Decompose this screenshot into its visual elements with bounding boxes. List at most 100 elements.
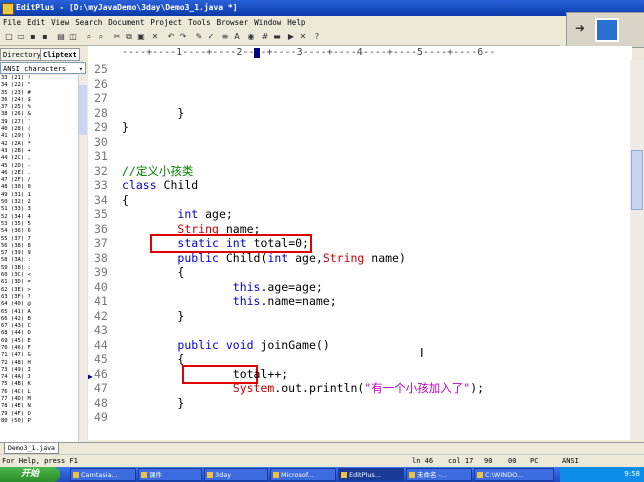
chevron-down-icon[interactable]: ▾ (79, 63, 83, 75)
tab-directory[interactable]: Directory (0, 48, 44, 61)
redo-icon[interactable]: ↷ (178, 32, 188, 42)
ruler-icon[interactable]: ▬ (272, 32, 282, 42)
cliptext-item[interactable]: 64 (40) @ (0, 301, 78, 308)
menu-document[interactable]: Document (105, 16, 147, 29)
print-preview-icon[interactable]: ◫ (68, 32, 78, 42)
run-icon[interactable]: ▶ (286, 32, 296, 42)
cliptext-item[interactable]: 50 (32) 2 (0, 199, 78, 206)
task-untitled[interactable]: 未命名 -... (406, 468, 472, 481)
cliptext-item[interactable]: 42 (2A) * (0, 141, 78, 148)
cliptext-item[interactable]: 55 (37) 7 (0, 236, 78, 243)
cliptext-item[interactable]: 79 (4F) O (0, 411, 78, 418)
code-line[interactable]: 47 System.out.println("有一个小孩加入了"); (88, 381, 630, 396)
cliptext-item[interactable]: 33 (21) ! (0, 75, 78, 82)
window-icon[interactable] (595, 18, 619, 42)
code-line[interactable]: 41 this.name=name; (88, 294, 630, 309)
code-line[interactable]: 30 (88, 135, 630, 150)
code-line[interactable]: 36 String name; (88, 222, 630, 237)
cliptext-item[interactable]: 78 (4E) N (0, 403, 78, 410)
close-file-icon[interactable]: ✕ (298, 32, 308, 42)
help-icon[interactable]: ? (312, 32, 322, 42)
delete-icon[interactable]: ✕ (150, 32, 160, 42)
code-line[interactable]: 28 } (88, 106, 630, 121)
menu-edit[interactable]: Edit (24, 16, 48, 29)
menu-file[interactable]: File (0, 16, 24, 29)
task-editplus[interactable]: EditPlus... (338, 468, 404, 481)
code-line[interactable]: 48 } (88, 396, 630, 411)
cliptext-item[interactable]: 52 (34) 4 (0, 214, 78, 221)
task-cmd[interactable]: C:\WINDO... (474, 468, 554, 481)
task-microsoft[interactable]: Microsof... (270, 468, 336, 481)
menu-view[interactable]: View (48, 16, 72, 29)
save-icon[interactable]: ▪ (28, 32, 38, 42)
arrow-right-icon[interactable]: ➜ (575, 21, 585, 35)
tab-cliptext[interactable]: Cliptext (40, 48, 80, 61)
open-file-icon[interactable]: ▭ (16, 32, 26, 42)
cliptext-item[interactable]: 37 (25) % (0, 104, 78, 111)
cliptext-item[interactable]: 69 (45) E (0, 338, 78, 345)
cliptext-item[interactable]: 46 (2E) . (0, 170, 78, 177)
editor-scrollbar[interactable] (630, 60, 644, 440)
sidebar-scroll-thumb[interactable] (79, 85, 87, 135)
wordwrap-icon[interactable]: ≡ (220, 32, 230, 42)
cliptext-item[interactable]: 53 (35) 5 (0, 221, 78, 228)
code-line[interactable]: 39 { (88, 265, 630, 280)
cliptext-item[interactable]: 59 (3B) ; (0, 265, 78, 272)
code-line[interactable]: 26 (88, 77, 630, 92)
cliptext-item[interactable]: 72 (48) H (0, 360, 78, 367)
cliptext-item[interactable]: 40 (28) ( (0, 126, 78, 133)
spell-check-icon[interactable]: ✓ (206, 32, 216, 42)
copy-icon[interactable]: ⧉ (124, 32, 134, 42)
cliptext-item[interactable]: 74 (4A) J (0, 374, 78, 381)
replace-icon[interactable]: ⌕ (96, 32, 106, 42)
pen-icon[interactable]: ✎ (194, 32, 204, 42)
undo-icon[interactable]: ↶ (166, 32, 176, 42)
cliptext-item[interactable]: 77 (4D) M (0, 396, 78, 403)
code-line[interactable]: 27 (88, 91, 630, 106)
cut-icon[interactable]: ✂ (112, 32, 122, 42)
code-line[interactable]: 44 public void joinGame() (88, 338, 630, 353)
cliptext-item[interactable]: 34 (22) " (0, 82, 78, 89)
cliptext-item[interactable]: 56 (38) 8 (0, 243, 78, 250)
code-line[interactable]: 31 (88, 149, 630, 164)
tab-demo3-1-java[interactable]: Demo3_1.java (4, 443, 59, 454)
cliptext-item[interactable]: 68 (44) D (0, 330, 78, 337)
cliptext-item[interactable]: 49 (31) 1 (0, 192, 78, 199)
cliptext-item[interactable]: 63 (3F) ? (0, 294, 78, 301)
cliptext-item[interactable]: 38 (26) & (0, 111, 78, 118)
cliptext-item[interactable]: 51 (33) 3 (0, 206, 78, 213)
cliptext-item[interactable]: 66 (42) B (0, 316, 78, 323)
cliptext-item[interactable]: 47 (2F) / (0, 177, 78, 184)
code-line[interactable]: 37 static int total=0; (88, 236, 630, 251)
cliptext-selector[interactable]: ANSI characters ▾ (0, 62, 86, 74)
cliptext-item[interactable]: 54 (36) 6 (0, 228, 78, 235)
cliptext-item[interactable]: 70 (46) F (0, 345, 78, 352)
cliptext-item[interactable]: 44 (2C) , (0, 155, 78, 162)
cliptext-item[interactable]: 67 (43) C (0, 323, 78, 330)
cliptext-item[interactable]: 71 (47) G (0, 352, 78, 359)
task-camtasia[interactable]: Camtasia... (70, 468, 136, 481)
cliptext-item[interactable]: 48 (30) 0 (0, 184, 78, 191)
code-line[interactable]: 34 { (88, 193, 630, 208)
menu-search[interactable]: Search (72, 16, 105, 29)
browser-icon[interactable]: ◉ (246, 32, 256, 42)
task-courseware[interactable]: 课件 (138, 468, 202, 481)
cliptext-item[interactable]: 36 (24) $ (0, 97, 78, 104)
clock[interactable]: 9:58 (624, 470, 640, 478)
code-line[interactable]: 33 class Child (88, 178, 630, 193)
task-3day[interactable]: 3day (204, 468, 268, 481)
cliptext-item[interactable]: 57 (39) 9 (0, 250, 78, 257)
code-line[interactable]: 46 total++; ▶ (88, 367, 630, 382)
cliptext-item[interactable]: 61 (3D) = (0, 279, 78, 286)
code-line[interactable]: 32 //定义小孩类 (88, 164, 630, 179)
print-icon[interactable]: ▤ (56, 32, 66, 42)
find-icon[interactable]: ⌕ (84, 32, 94, 42)
cliptext-item[interactable]: 43 (2B) + (0, 148, 78, 155)
code-line[interactable]: 45 { (88, 352, 630, 367)
sidebar-scrollbar[interactable] (78, 75, 87, 442)
code-line[interactable]: 29} (88, 120, 630, 135)
cliptext-item[interactable]: 75 (4B) K (0, 381, 78, 388)
floating-recorder-panel[interactable]: ➜ (566, 12, 644, 48)
code-editor[interactable]: I 25 26 27 28 } 29} 30 31 32//定义小孩类 33 class Chil… (88, 60, 630, 440)
code-line[interactable]: 49 (88, 410, 630, 425)
